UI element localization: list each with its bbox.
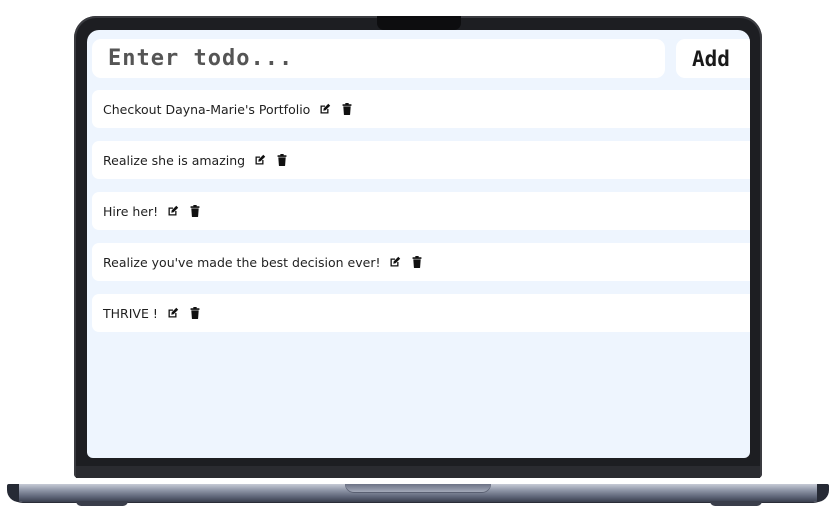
laptop-base-left-edge (7, 484, 19, 502)
laptop-foot-right (710, 501, 762, 506)
edit-icon[interactable] (388, 255, 402, 269)
trash-icon[interactable] (188, 204, 202, 218)
laptop-mockup: Add Checkout Dayna-Marie's Portfolio Rea… (0, 0, 838, 519)
todo-text: Realize you've made the best decision ev… (103, 254, 381, 270)
todo-text: Realize she is amazing (103, 152, 246, 168)
edit-icon[interactable] (253, 153, 267, 167)
laptop-base-right-edge (817, 484, 829, 502)
todo-item: Realize she is amazing (92, 141, 750, 179)
trash-icon[interactable] (340, 102, 354, 116)
todo-text: Hire her! (103, 203, 159, 219)
todo-item: THRIVE ! (92, 294, 750, 332)
trash-icon[interactable] (275, 153, 289, 167)
todo-text: THRIVE ! (103, 305, 158, 321)
edit-icon[interactable] (318, 102, 332, 116)
todo-item: Realize you've made the best decision ev… (92, 243, 750, 281)
todo-item: Checkout Dayna-Marie's Portfolio (92, 90, 750, 128)
todo-list: Checkout Dayna-Marie's Portfolio Realize… (92, 90, 750, 345)
edit-icon[interactable] (166, 204, 180, 218)
todo-text: Checkout Dayna-Marie's Portfolio (103, 101, 311, 117)
camera-notch (377, 16, 461, 30)
edit-icon[interactable] (166, 306, 180, 320)
trash-icon[interactable] (188, 306, 202, 320)
todo-input-container (92, 39, 665, 78)
laptop-opening-groove (345, 484, 491, 493)
todo-item: Hire her! (92, 192, 750, 230)
laptop-bezel-bottom (76, 466, 760, 478)
add-button[interactable]: Add (676, 39, 750, 78)
todo-app-screen: Add Checkout Dayna-Marie's Portfolio Rea… (87, 30, 750, 458)
trash-icon[interactable] (410, 255, 424, 269)
todo-input[interactable] (106, 45, 665, 72)
laptop-foot-left (76, 501, 128, 506)
